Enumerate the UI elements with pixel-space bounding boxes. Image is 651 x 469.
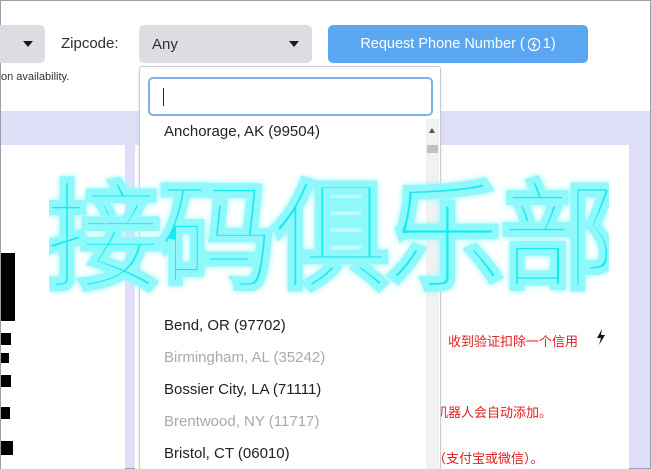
lightning-icon [597,329,605,345]
dropdown-search-input[interactable] [148,77,433,116]
chevron-down-icon [289,41,299,47]
text-cursor [163,88,164,106]
request-button-count: 1) [542,36,556,52]
dropdown-option[interactable]: Anchorage, AK (99504) [164,123,320,140]
request-button-label: Request Phone Number ( [360,36,525,52]
qr-code-block [1,441,13,455]
scroll-up-arrow-icon[interactable] [429,128,435,133]
qr-code-block [1,407,10,419]
lightning-icon [527,37,540,51]
dropdown-option: Birmingham, AL (35242) [164,349,326,366]
watermark-text: 接码俱乐部 [49,169,609,307]
qr-code-block [1,375,11,387]
qr-code-block [1,253,15,321]
chevron-down-icon [23,41,33,47]
availability-note: on availability. [1,71,70,83]
request-phone-number-button[interactable]: Request Phone Number ( 1) [328,25,588,63]
state-select[interactable] [0,25,45,63]
dropdown-option[interactable]: Bend, OR (97702) [164,317,286,334]
qr-code-block [1,333,11,345]
instruction-line: 机器人会自动添加。 [435,406,553,421]
dropdown-option[interactable]: Bossier City, LA (71111) [164,381,321,398]
zipcode-selected-value: Any [152,36,178,53]
qr-code-block [1,353,9,363]
instruction-line: 。收到验证扣除一个信用 [435,335,579,350]
watermark-text-graphic: 接码俱乐部 [49,168,609,309]
instruction-line: （支付宝或微信）。 [433,452,544,467]
zipcode-label: Zipcode: [61,35,119,52]
dropdown-option: Brentwood, NY (11717) [164,413,320,430]
watermark-logo: 接码俱乐部 [49,151,609,311]
zipcode-select[interactable]: Any [139,25,312,63]
dropdown-option[interactable]: Bristol, CT (06010) [164,445,290,462]
